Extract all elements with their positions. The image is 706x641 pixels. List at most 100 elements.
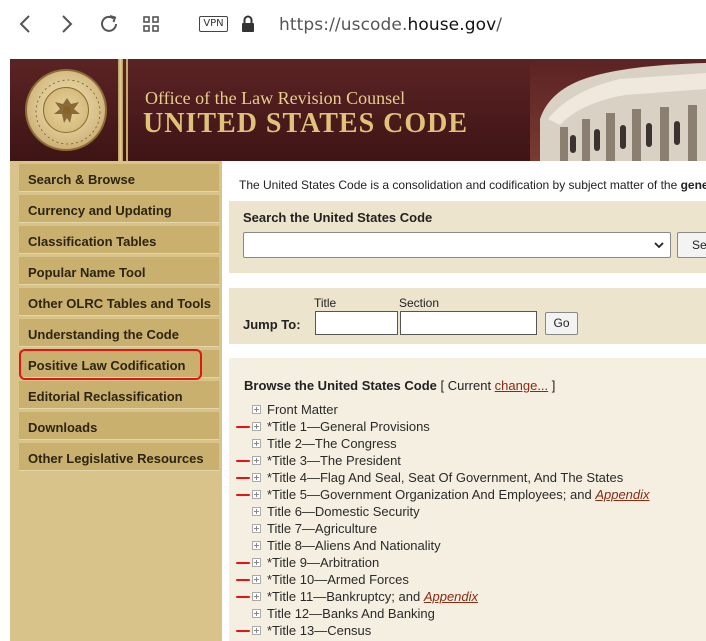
title-label[interactable]: Title 6—Domestic Security [267,504,420,519]
title-row-4[interactable]: *Title 4—Flag And Seal, Seat Of Governme… [236,470,623,487]
title-label[interactable]: *Title 4—Flag And Seal, Seat Of Governme… [267,470,623,485]
intro-text-body: The United States Code is a consolidatio… [239,178,681,192]
title-label[interactable]: *Title 10—Armed Forces [267,572,409,587]
house-seal-logo[interactable] [25,69,107,151]
jump-section-label: Section [399,296,440,310]
jump-title-input[interactable] [315,311,398,335]
expand-icon[interactable] [252,609,261,618]
jump-section-input[interactable] [400,311,537,335]
search-select[interactable] [243,232,671,258]
title-row-8[interactable]: Title 8—Aliens And Nationality [252,538,441,555]
browse-heading: Browse the United States Code [ Current … [244,378,555,393]
jump-to-label: Jump To: [243,317,301,332]
search-button[interactable]: Se [677,232,706,258]
sidebar-item-classification-tables[interactable]: Classification Tables [19,226,219,254]
go-button[interactable]: Go [545,312,578,335]
title-row-13[interactable]: *Title 13—Census [236,623,371,640]
lock-icon[interactable] [236,12,260,36]
title-row-12[interactable]: Title 12—Banks And Banking [252,606,435,623]
url-domain: house.gov [407,15,497,35]
annotation-mark [236,426,250,428]
header-divider-thin [126,59,128,161]
annotation-mark [236,562,250,564]
expand-icon[interactable] [252,439,261,448]
title-label[interactable]: *Title 3—The President [267,453,401,468]
appendix-link[interactable]: Appendix [595,487,649,502]
title-row-3[interactable]: *Title 3—The President [236,453,401,470]
jump-title-label: Title [314,296,337,310]
browse-current-close: ] [548,378,556,393]
browse-heading-title: Browse the United States Code [244,378,437,393]
title-label[interactable]: Front Matter [267,402,338,417]
sidebar-item-popular-name-tool[interactable]: Popular Name Tool [19,257,219,285]
chevron-down-icon [654,242,664,249]
title-row-11[interactable]: *Title 11—Bankruptcy; and Appendix [236,589,478,606]
expand-icon[interactable] [252,575,261,584]
expand-icon[interactable] [252,524,261,533]
annotation-mark [236,579,250,581]
title-label[interactable]: *Title 5—Government Organization And Emp… [267,487,595,502]
search-label: Search the United States Code [243,210,433,225]
capitol-dome-image [530,59,706,161]
expand-icon[interactable] [252,490,261,499]
title-row-9[interactable]: *Title 9—Arbitration [236,555,379,572]
browser-toolbar: VPN https://uscode.house.gov/ [0,0,706,52]
tabs-grid-icon[interactable] [139,12,163,36]
title-row-2[interactable]: Title 2—The Congress [252,436,397,453]
header-subtitle: Office of the Law Revision Counsel [145,88,406,108]
title-label[interactable]: Title 7—Agriculture [267,521,377,536]
header-title[interactable]: UNITED STATES CODE [143,108,468,140]
expand-icon[interactable] [252,541,261,550]
annotation-circle [19,349,202,380]
browse-panel: Browse the United States Code [ Current … [229,358,706,641]
title-label[interactable]: Title 8—Aliens And Nationality [267,538,441,553]
forward-icon[interactable] [54,12,78,36]
appendix-link[interactable]: Appendix [424,589,478,604]
title-label[interactable]: *Title 1—General Provisions [267,419,430,434]
intro-text: The United States Code is a consolidatio… [239,178,706,192]
expand-icon[interactable] [252,405,261,414]
sidebar-item-other-legislative-resources[interactable]: Other Legislative Resources [19,443,219,471]
title-row-10[interactable]: *Title 10—Armed Forces [236,572,409,589]
title-row-6[interactable]: Title 6—Domestic Security [252,504,420,521]
expand-icon[interactable] [252,592,261,601]
title-label[interactable]: *Title 13—Census [267,623,371,638]
title-label[interactable]: *Title 11—Bankruptcy; and [267,589,424,604]
expand-icon[interactable] [252,456,261,465]
sidebar-item-editorial-reclassification[interactable]: Editorial Reclassification [19,381,219,409]
expand-icon[interactable] [252,558,261,567]
title-row-5[interactable]: *Title 5—Government Organization And Emp… [236,487,650,504]
annotation-mark [236,477,250,479]
url-suffix: / [496,15,503,35]
reload-icon[interactable] [97,12,121,36]
title-label[interactable]: Title 12—Banks And Banking [267,606,435,621]
url-prefix: https://uscode. [279,15,408,35]
title-row-7[interactable]: Title 7—Agriculture [252,521,377,538]
back-icon[interactable] [14,12,38,36]
expand-icon[interactable] [252,473,261,482]
title-label[interactable]: *Title 9—Arbitration [267,555,379,570]
annotation-mark [236,630,250,632]
intro-text-bold: gene [680,178,706,192]
expand-icon[interactable] [252,507,261,516]
title-row-front-matter[interactable]: Front Matter [252,402,338,419]
annotation-mark [236,596,250,598]
jump-to-panel: Jump To: Title Section Go [229,288,706,344]
sidebar-item-currency-updating[interactable]: Currency and Updating [19,195,219,223]
annotation-mark [236,494,250,496]
sidebar-item-downloads[interactable]: Downloads [19,412,219,440]
expand-icon[interactable] [252,422,261,431]
change-link[interactable]: change... [495,378,549,393]
title-label[interactable]: Title 2—The Congress [267,436,397,451]
search-panel: Search the United States Code Se [229,201,706,273]
title-row-1[interactable]: *Title 1—General Provisions [236,419,430,436]
vpn-badge[interactable]: VPN [199,16,228,32]
sidebar-item-other-olrc-tables[interactable]: Other OLRC Tables and Tools [19,288,219,316]
browse-current-open: [ Current [436,378,495,393]
expand-icon[interactable] [252,626,261,635]
header-divider [118,59,123,161]
address-bar[interactable]: https://uscode.house.gov/ [279,15,502,35]
sidebar-item-search-browse[interactable]: Search & Browse [19,164,219,192]
sidebar-item-understanding-code[interactable]: Understanding the Code [19,319,219,347]
seal-ring-icon [35,79,101,145]
